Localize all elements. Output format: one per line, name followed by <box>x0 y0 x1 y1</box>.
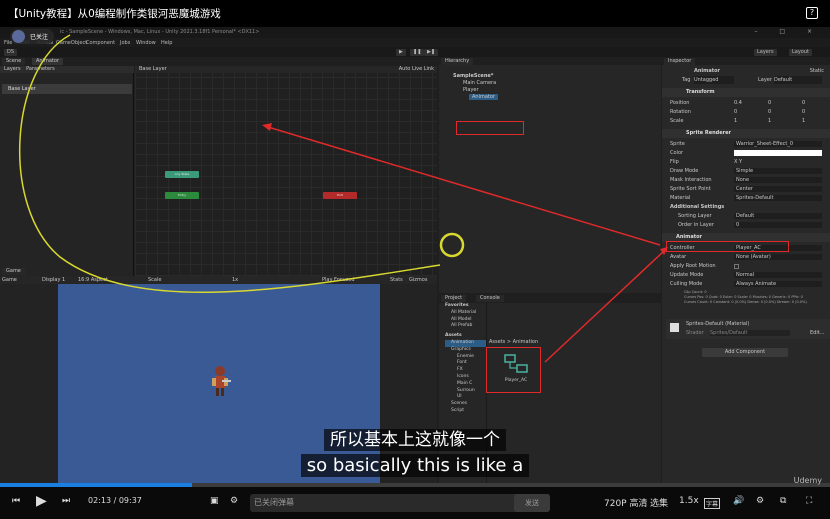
time-display: 02:13 / 09:37 <box>88 496 142 505</box>
player-controls: ⏮ ▶ ⏭ 02:13 / 09:37 ▣ ⚙ 已关闭弹幕 发送 720P 高清… <box>0 476 830 519</box>
annotation-overlay <box>18 34 668 363</box>
danmaku-settings-icon[interactable]: ⚙ <box>230 496 238 506</box>
subtitle-zh-text: 所以基本上这就像一个 <box>324 429 506 451</box>
watermark: Udemy <box>793 476 822 485</box>
speed-button[interactable]: 1.5x <box>679 496 699 506</box>
send-button[interactable]: 发送 <box>514 494 550 512</box>
volume-icon[interactable]: 🔊 <box>733 496 744 506</box>
video-title-bar: 【Unity教程】从0编程制作类银河恶魔城游戏 ? <box>0 0 830 27</box>
play-icon[interactable]: ▶ <box>36 493 47 509</box>
annotation-arrow-to-graph <box>267 126 661 246</box>
annotation-arrow-to-controller <box>544 250 665 363</box>
subtitle-button[interactable]: 字幕 <box>704 498 721 509</box>
settings-icon[interactable]: ⚙ <box>756 496 764 506</box>
unity-editor: 已关注 ic - SampleScene - Windows, Mac, Lin… <box>0 27 830 487</box>
annotation-arrowhead <box>262 123 272 131</box>
menu-icon[interactable]: ? <box>806 7 818 19</box>
pip-icon[interactable]: ⧉ <box>780 496 786 506</box>
follow-badge[interactable]: 已关注 <box>10 29 54 44</box>
subtitle-english: so basically this is like a <box>0 454 830 477</box>
time-current: 02:13 <box>88 496 112 505</box>
episode-select-button[interactable]: 选集 <box>650 496 668 509</box>
fullscreen-icon[interactable]: ⛶ <box>806 496 812 506</box>
annotation-yellow-stroke <box>18 34 441 294</box>
video-title: 【Unity教程】从0编程制作类银河恶魔城游戏 <box>8 8 221 20</box>
follow-label: 已关注 <box>30 34 49 41</box>
danmaku-input[interactable]: 已关闭弹幕 发送 <box>250 494 550 512</box>
annotation-yellow-circle <box>439 232 465 258</box>
subtitle-chinese: 所以基本上这就像一个 <box>0 425 830 451</box>
quality-button[interactable]: 720P 高清 <box>604 496 647 509</box>
subtitle-en-text: so basically this is like a <box>300 454 530 477</box>
time-total: 09:37 <box>118 496 142 505</box>
danmaku-toggle-icon[interactable]: ▣ <box>210 496 219 506</box>
previous-icon[interactable]: ⏮ <box>12 496 20 506</box>
avatar <box>12 30 25 43</box>
danmaku-placeholder: 已关闭弹幕 <box>254 498 294 507</box>
next-icon[interactable]: ⏭ <box>62 496 70 506</box>
